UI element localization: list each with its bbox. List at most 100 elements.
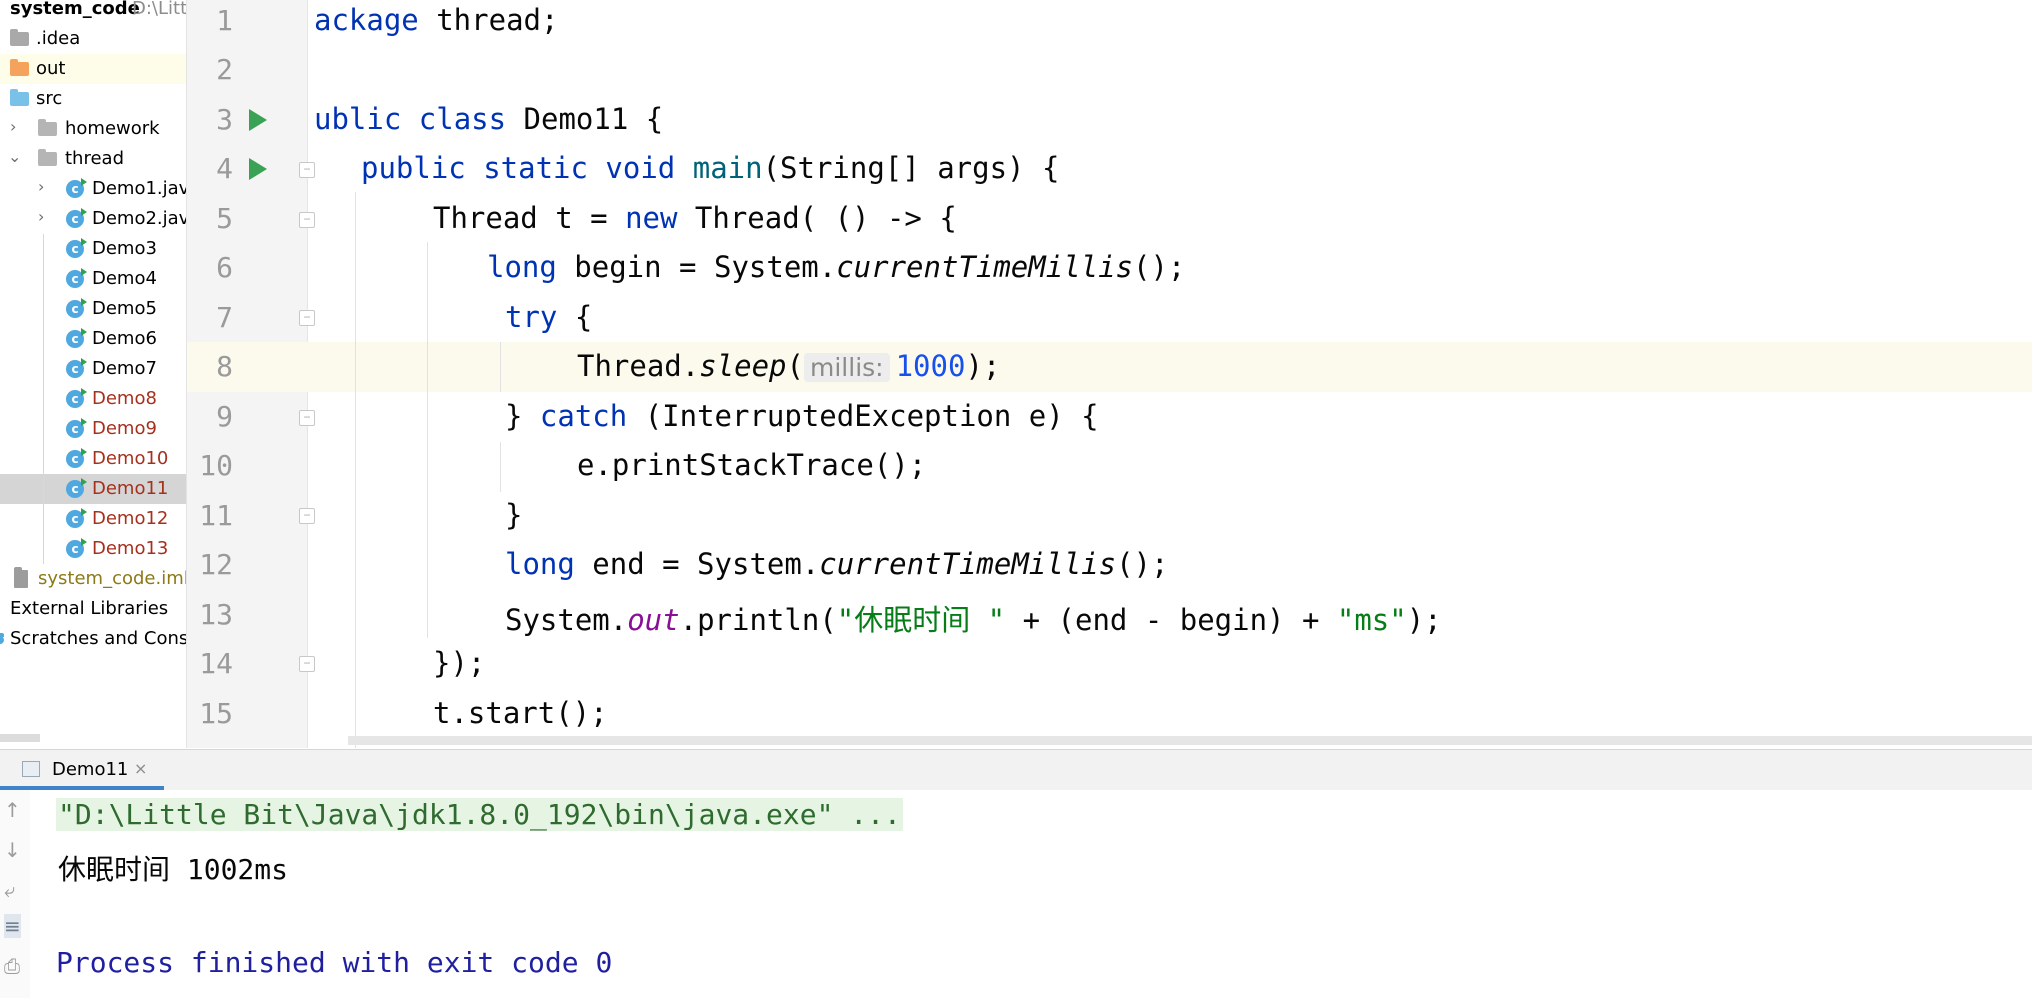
java-class-icon: c xyxy=(66,448,87,468)
indent-guide xyxy=(500,342,501,392)
tree-item-demo6[interactable]: c Demo6 xyxy=(0,324,186,354)
code-token: Thread t = xyxy=(433,201,626,235)
code-token: } xyxy=(505,399,540,433)
tree-item-iml[interactable]: system_code.iml xyxy=(0,564,186,594)
tree-item-out[interactable]: out xyxy=(0,54,186,84)
run-config-icon xyxy=(22,761,40,777)
code-token: System. xyxy=(505,603,628,637)
tree-item-label: homework xyxy=(65,118,160,139)
tree-item-label: Demo13 xyxy=(92,538,169,559)
code-token: long xyxy=(505,547,575,581)
close-icon[interactable]: × xyxy=(134,759,147,778)
tree-item-demo2[interactable]: › c Demo2.java xyxy=(0,204,186,234)
tree-item-demo9[interactable]: c Demo9 xyxy=(0,414,186,444)
tree-item-demo3[interactable]: c Demo3 xyxy=(0,234,186,264)
code-token: "ms" xyxy=(1336,603,1407,637)
tree-guide xyxy=(43,354,44,384)
editor-horizontal-scrollbar[interactable] xyxy=(348,736,2032,745)
fold-icon[interactable]: − xyxy=(299,162,315,178)
tree-item-label: Demo11 xyxy=(92,478,169,499)
module-file-icon xyxy=(14,567,28,588)
code-line-12: long end = System.currentTimeMillis(); xyxy=(505,547,1168,581)
chevron-down-icon[interactable]: ⌄ xyxy=(8,147,21,166)
print-icon[interactable]: ⎙ xyxy=(4,954,20,978)
line-number: 3 xyxy=(216,103,233,136)
tree-item-demo4[interactable]: c Demo4 xyxy=(0,264,186,294)
tree-root[interactable]: system_code D:\Litt xyxy=(0,0,186,24)
tree-item-label: out xyxy=(36,58,66,79)
java-class-icon: c xyxy=(66,268,87,288)
tree-item-demo7[interactable]: c Demo7 xyxy=(0,354,186,384)
fold-end-icon[interactable]: − xyxy=(299,410,315,426)
console-command-line: "D:\Little Bit\Java\jdk1.8.0_192\bin\jav… xyxy=(56,798,903,831)
code-token: currentTimeMillis xyxy=(819,547,1117,581)
tree-item-label: .idea xyxy=(36,28,81,49)
soft-wrap-icon[interactable]: ⤶ xyxy=(4,878,15,902)
code-token: begin = System. xyxy=(556,250,837,284)
tree-item-demo5[interactable]: c Demo5 xyxy=(0,294,186,324)
project-root-path: D:\Litt xyxy=(132,0,186,19)
code-token: Demo11 { xyxy=(506,102,664,136)
tree-item-label: Demo7 xyxy=(92,358,157,379)
tree-item-label: Demo5 xyxy=(92,298,157,319)
tree-item-idea[interactable]: .idea xyxy=(0,24,186,54)
arrow-up-icon[interactable]: ↑ xyxy=(4,798,21,822)
fold-end-icon[interactable]: − xyxy=(299,508,315,524)
indent-guide xyxy=(355,192,356,748)
tree-item-homework[interactable]: › homework xyxy=(0,114,186,144)
fold-icon[interactable]: − xyxy=(299,310,315,326)
java-class-icon: c xyxy=(66,508,87,528)
project-root-name: system_code xyxy=(10,0,140,19)
java-class-icon: c xyxy=(66,388,87,408)
source-folder-icon xyxy=(10,89,29,106)
tree-item-src[interactable]: src xyxy=(0,84,186,114)
code-token: 1000 xyxy=(895,349,966,383)
console-program-output: 休眠时间 1002ms xyxy=(58,853,289,886)
run-tab-demo11[interactable]: Demo11 × xyxy=(0,750,164,790)
tree-item-demo11[interactable]: c Demo11 xyxy=(0,474,186,504)
tree-item-demo13[interactable]: c Demo13 xyxy=(0,534,186,564)
run-class-icon[interactable] xyxy=(249,109,267,131)
fold-icon[interactable]: − xyxy=(299,212,315,228)
java-class-icon: c xyxy=(66,478,87,498)
code-line-15: t.start(); xyxy=(433,696,608,730)
tree-item-demo10[interactable]: c Demo10 xyxy=(0,444,186,474)
scroll-to-end-icon[interactable]: ≡ xyxy=(4,914,21,938)
code-token: { xyxy=(557,300,593,334)
tree-guide xyxy=(43,324,44,354)
tree-guide xyxy=(43,504,44,534)
code-line-3: ublic class Demo11 { xyxy=(314,102,663,136)
chevron-right-icon[interactable]: › xyxy=(38,177,44,196)
tree-guide xyxy=(43,384,44,414)
tree-guide xyxy=(43,264,44,294)
code-token: try xyxy=(505,300,558,334)
code-line-4: public static void main(String[] args) { xyxy=(361,151,1059,185)
run-tool-window-header: Demo11 × xyxy=(0,749,2032,791)
tree-item-demo8[interactable]: c Demo8 xyxy=(0,384,186,414)
project-horizontal-scrollbar[interactable] xyxy=(0,734,40,742)
code-token: currentTimeMillis xyxy=(836,250,1134,284)
tree-item-external-libraries[interactable]: External Libraries xyxy=(0,594,186,624)
code-line-7: try { xyxy=(505,300,592,334)
arrow-down-icon[interactable]: ↓ xyxy=(4,838,21,862)
code-token: long xyxy=(487,250,557,284)
tree-item-demo12[interactable]: c Demo12 xyxy=(0,504,186,534)
tree-item-scratches[interactable]: Scratches and Consoles xyxy=(0,624,186,654)
tree-guide xyxy=(43,294,44,324)
tree-item-label: Demo2.java xyxy=(92,208,186,229)
tree-item-label: External Libraries xyxy=(10,598,169,619)
java-class-icon: c xyxy=(66,238,87,258)
code-token: catch xyxy=(539,399,628,433)
chevron-right-icon[interactable]: › xyxy=(10,117,16,136)
tree-item-demo1[interactable]: › c Demo1.java xyxy=(0,174,186,204)
code-token: ); xyxy=(965,349,1001,383)
scratches-icon xyxy=(0,633,4,644)
code-line-14: }); xyxy=(433,646,486,680)
run-main-icon[interactable] xyxy=(249,158,267,180)
tree-item-thread[interactable]: ⌄ thread xyxy=(0,144,186,174)
excluded-folder-icon xyxy=(10,59,29,76)
java-class-icon: c xyxy=(66,358,87,378)
fold-end-icon[interactable]: − xyxy=(299,656,315,672)
chevron-right-icon[interactable]: › xyxy=(38,207,44,226)
line-number: 7 xyxy=(216,301,233,334)
